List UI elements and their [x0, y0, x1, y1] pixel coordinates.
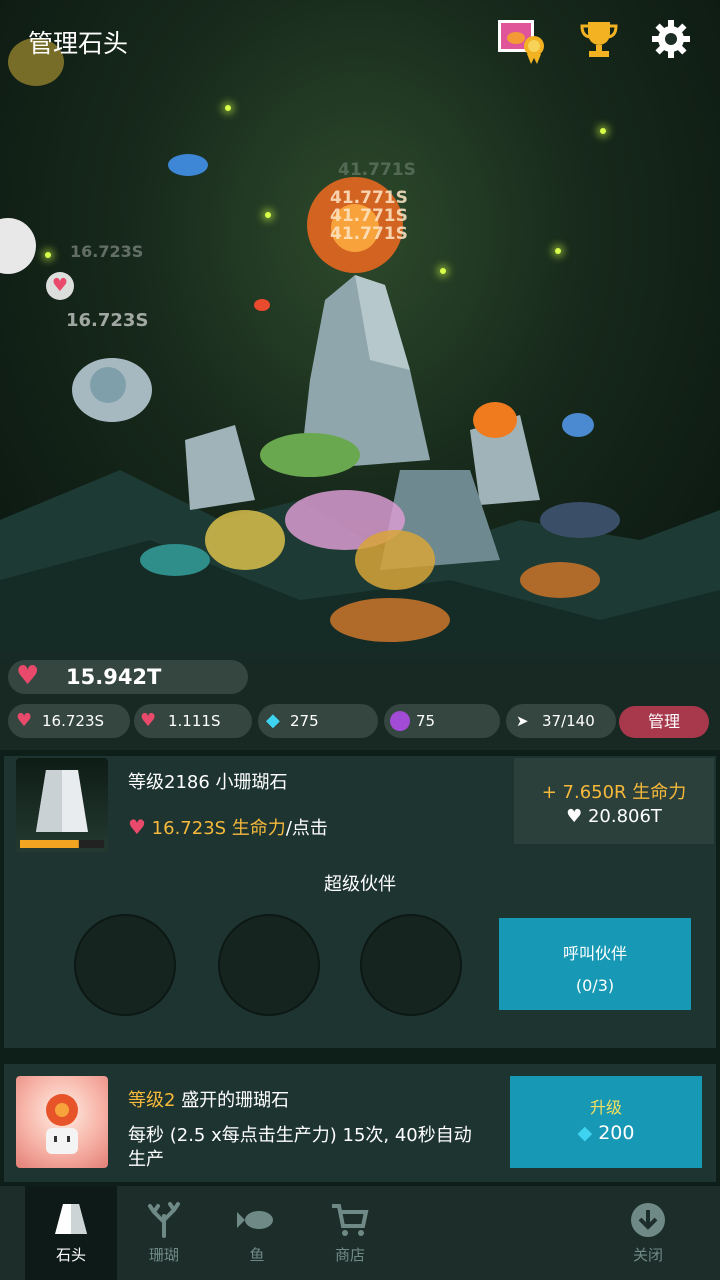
fish-count-value: 37/140	[542, 712, 595, 730]
heart-tap-icon: ♥	[128, 815, 146, 839]
upgrade-level: 等级2	[128, 1090, 176, 1111]
upgrade-description: 每秒 (2.5 x每点击生产力) 15次, 40秒自动生产	[128, 1125, 472, 1170]
coral-icon	[148, 1202, 180, 1238]
aquarium-scene[interactable]: 16.723S 16.723S 41.771S 41.771S 41.771S …	[0, 0, 720, 660]
heart-icon: ♥	[566, 806, 583, 827]
upgrade-title: 等级2 盛开的珊瑚石	[128, 1086, 289, 1112]
heart-tap-icon: ♥	[16, 710, 33, 731]
page-title: 管理石头	[28, 29, 129, 58]
per-tap-suffix: /点击	[285, 818, 328, 839]
heart-icon: ♥	[16, 661, 40, 691]
floating-value: 16.723S	[66, 310, 149, 331]
life-total-pill: ♥ 15.942T	[8, 660, 248, 694]
per-tap-amount: 16.723S 生命力	[151, 818, 286, 839]
fish-count-pill: ➤ 37/140	[506, 704, 616, 738]
purple-gem-value: 75	[416, 712, 436, 730]
auto-rate-value: 1.111S	[168, 712, 221, 730]
heart-bubble-icon[interactable]: ♥	[46, 272, 74, 300]
partner-slot[interactable]	[74, 914, 176, 1016]
stone-icon	[55, 1204, 87, 1234]
nav-close[interactable]: 关闭	[602, 1186, 694, 1280]
auto-rate-pill: ♥ 1.111S	[134, 704, 252, 738]
trophy-icon[interactable]	[578, 18, 620, 60]
upgrade-cost-line: ◆ 200	[510, 1122, 702, 1144]
album-badge-icon[interactable]	[496, 18, 544, 64]
nav-label: 商店	[334, 1246, 365, 1264]
nav-label: 鱼	[249, 1246, 265, 1264]
per-tap-line: ♥ 16.723S 生命力/点击	[128, 814, 328, 840]
blooming-stone-thumbnail	[16, 1076, 108, 1168]
diamond-icon: ◆	[577, 1122, 593, 1144]
heart-auto-icon: ♥	[140, 710, 157, 731]
purple-orb-icon	[390, 711, 410, 731]
call-partner-count: (0/3)	[575, 976, 615, 995]
download-arrow-icon	[631, 1203, 665, 1237]
life-total-value: 15.942T	[66, 665, 162, 689]
floating-value: 16.723S	[70, 242, 144, 261]
bottom-nav: 石头 珊瑚 鱼 商店 关闭	[0, 1186, 720, 1280]
floating-value: 41.771S	[330, 224, 408, 244]
partners-title: 超级伙伴	[324, 874, 396, 895]
gear-icon[interactable]	[650, 18, 692, 60]
manage-button[interactable]: 管理	[619, 706, 709, 738]
floating-value: 41.771S	[338, 160, 416, 180]
call-partner-button[interactable]: 呼叫伙伴 (0/3)	[499, 918, 691, 1010]
stone-thumbnail[interactable]	[16, 758, 108, 852]
tap-rate-value: 16.723S	[42, 712, 105, 730]
cart-icon	[332, 1204, 369, 1236]
partner-slot[interactable]	[218, 914, 320, 1016]
nav-tab-fish[interactable]: 鱼	[211, 1186, 303, 1280]
stone-panel: 等级2186 小珊瑚石 ♥ 16.723S 生命力/点击 + 7.650R 生命…	[4, 756, 716, 1048]
reward-cost-line: ♥ 20.806T	[514, 806, 714, 827]
gem-value: 275	[290, 712, 319, 730]
floating-value: 41.771S	[330, 188, 408, 208]
nav-tab-shop[interactable]: 商店	[304, 1186, 396, 1280]
fish-icon: ➤	[516, 712, 529, 730]
gem-pill: ◆ 275	[258, 704, 378, 738]
nav-label: 关闭	[632, 1246, 663, 1264]
reward-gain: + 7.650R 生命力	[541, 782, 687, 803]
upgrade-cost: 200	[598, 1122, 635, 1144]
nav-tab-stone[interactable]: 石头	[25, 1186, 117, 1280]
partner-slot[interactable]	[360, 914, 462, 1016]
stats-panel: ♥ 15.942T ♥ 16.723S ♥ 1.111S ◆ 275 75 ➤ …	[0, 652, 720, 750]
upgrade-panel: 等级2 盛开的珊瑚石 每秒 (2.5 x每点击生产力) 15次, 40秒自动生产…	[4, 1064, 716, 1182]
diamond-icon: ◆	[266, 710, 280, 731]
tap-rate-pill: ♥ 16.723S	[8, 704, 130, 738]
stone-level-name: 等级2186 小珊瑚石	[128, 772, 288, 793]
upgrade-button-label: 升级	[589, 1098, 622, 1117]
reward-box[interactable]: + 7.650R 生命力 ♥ 20.806T	[514, 758, 714, 844]
fish-icon	[237, 1211, 273, 1229]
purple-gem-pill: 75	[384, 704, 500, 738]
upgrade-button[interactable]: 升级 ◆ 200	[510, 1076, 702, 1168]
nav-label: 珊瑚	[148, 1246, 179, 1264]
floating-value: 41.771S	[330, 206, 408, 226]
call-partner-label: 呼叫伙伴	[562, 944, 627, 963]
upgrade-name: 盛开的珊瑚石	[181, 1090, 290, 1111]
nav-label: 石头	[55, 1246, 86, 1264]
reward-cost: 20.806T	[587, 806, 662, 827]
nav-tab-coral[interactable]: 珊瑚	[118, 1186, 210, 1280]
